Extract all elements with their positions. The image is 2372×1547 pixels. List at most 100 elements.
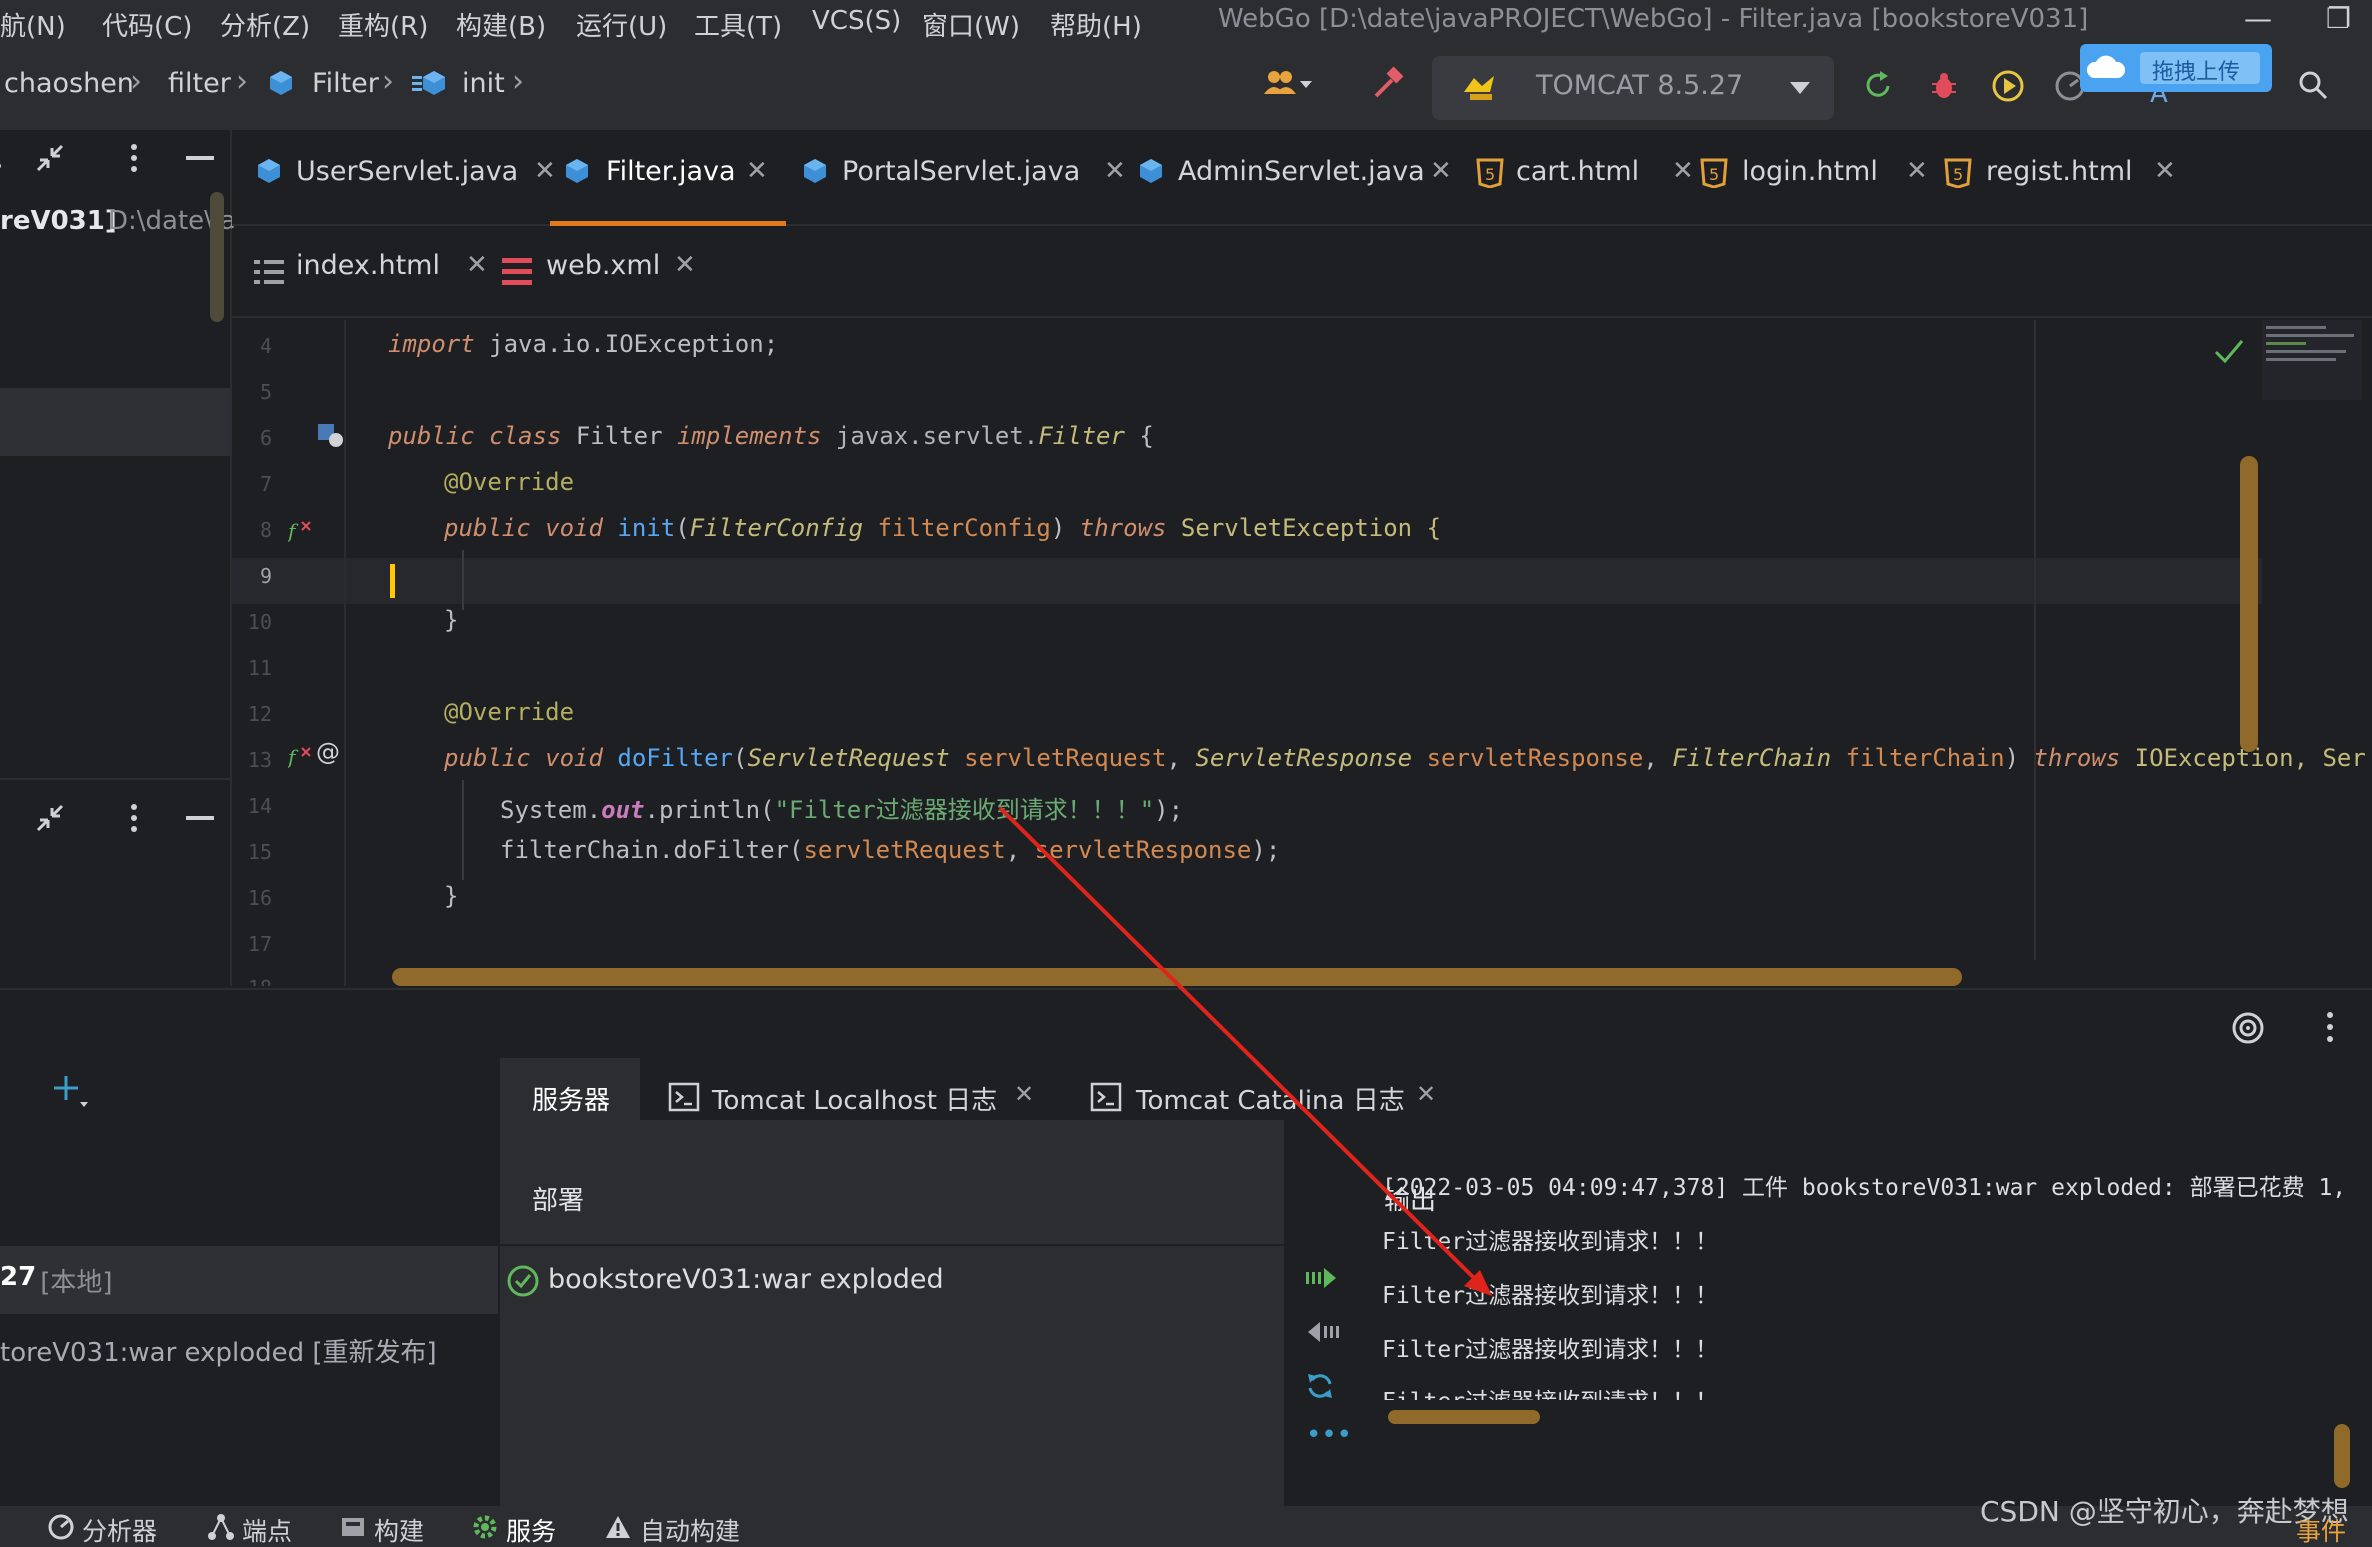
restore-window-icon[interactable]: ❐: [2326, 2, 2351, 35]
menu-vcs[interactable]: VCS(S): [812, 6, 901, 36]
horizontal-scrollbar[interactable]: [1388, 1410, 1540, 1424]
status-endpoints[interactable]: 端点: [242, 1512, 292, 1547]
tab-index-html[interactable]: index.html ✕: [254, 228, 494, 318]
output-line: Filter过滤器接收到请求！！！: [1382, 1229, 1719, 1255]
status-events[interactable]: 事件: [2296, 1512, 2346, 1547]
add-icon[interactable]: [50, 1072, 90, 1112]
status-auto-build[interactable]: 自动构建: [640, 1512, 740, 1547]
search-icon[interactable]: [2296, 68, 2330, 102]
html-structure-icon: [254, 260, 284, 284]
tab-web-xml[interactable]: web.xml ✕: [502, 228, 722, 318]
tab-portalservlet[interactable]: PortalServlet.java ✕: [802, 130, 1132, 226]
tab-label: index.html: [296, 250, 440, 281]
status-build[interactable]: 构建: [374, 1512, 424, 1547]
close-icon[interactable]: ✕: [2154, 156, 2176, 186]
minimize-icon[interactable]: —: [2244, 2, 2272, 35]
menu-build[interactable]: 构建(B): [456, 6, 546, 43]
tab-filter[interactable]: Filter.java ✕: [550, 130, 786, 226]
html-file-icon: 5: [1476, 158, 1504, 188]
breadcrumb-item[interactable]: chaoshen: [4, 68, 134, 99]
collapse-all-icon[interactable]: [34, 142, 66, 174]
implements-method-icon[interactable]: f: [288, 742, 316, 770]
breadcrumb-item[interactable]: filter: [168, 68, 231, 99]
close-icon[interactable]: ✕: [1672, 156, 1694, 186]
annotation-gutter-icon[interactable]: @: [316, 738, 340, 766]
close-icon[interactable]: ✕: [1104, 156, 1126, 186]
tab-regist-html[interactable]: 5 regist.html ✕: [1944, 130, 2194, 226]
tree-row-artifact[interactable]: toreV031:war exploded [重新发布]: [0, 1332, 437, 1369]
menu-navigate[interactable]: 航(N): [0, 6, 66, 43]
tab-login-html[interactable]: 5 login.html ✕: [1700, 130, 1940, 226]
code-line-12: @Override: [444, 698, 575, 726]
status-analyzer[interactable]: 分析器: [82, 1512, 157, 1547]
users-icon[interactable]: [1262, 68, 1314, 100]
tab-adminservlet[interactable]: AdminServlet.java ✕: [1130, 130, 1460, 226]
html-file-icon: 5: [1944, 158, 1972, 188]
output-pane: 输出 ••• [2022-03-05 04:09:47,378] 工件 book…: [1284, 1120, 2372, 1508]
soft-wrap-icon[interactable]: [1304, 1320, 1340, 1344]
close-icon[interactable]: ✕: [674, 250, 696, 280]
status-services[interactable]: 服务: [506, 1512, 556, 1547]
collapse-all-icon[interactable]: [34, 802, 66, 834]
deployment-item[interactable]: bookstoreV031:war exploded: [548, 1264, 944, 1295]
current-line-highlight: [232, 558, 2262, 604]
close-icon[interactable]: ✕: [466, 250, 488, 280]
run-with-coverage-icon[interactable]: [1990, 68, 2026, 104]
menu-refactor[interactable]: 重构(R): [338, 6, 428, 43]
menu-help[interactable]: 帮助(H): [1050, 6, 1142, 43]
menu-window[interactable]: 窗口(W): [922, 6, 1020, 43]
breadcrumb-item[interactable]: init: [462, 68, 505, 99]
vertical-scrollbar[interactable]: [2334, 1424, 2350, 1488]
rerun-icon[interactable]: [1862, 70, 1894, 102]
menu-code[interactable]: 代码(C): [102, 6, 192, 43]
servlet-filter-icon[interactable]: [316, 422, 346, 450]
selected-tree-row[interactable]: [0, 388, 230, 456]
line-number: 9: [259, 564, 272, 588]
console-icon: [1090, 1082, 1122, 1112]
hide-panel-icon[interactable]: [186, 156, 214, 160]
close-icon[interactable]: ✕: [1416, 1080, 1436, 1108]
menu-tools[interactable]: 工具(T): [694, 6, 782, 43]
build-icon: [342, 1518, 364, 1536]
java-class-icon: [1140, 159, 1162, 183]
close-icon[interactable]: ✕: [1430, 156, 1452, 186]
chevron-right-icon: ›: [130, 64, 142, 99]
horizontal-scrollbar[interactable]: [392, 968, 1962, 986]
project-panel: reV031] D:\date\ja: [0, 130, 236, 986]
tree-row-tomcat[interactable]: 27 [本地]: [0, 1246, 498, 1314]
tab-label: Filter.java: [606, 156, 736, 187]
menu-run[interactable]: 运行(U): [576, 6, 667, 43]
breadcrumb-item[interactable]: Filter: [312, 68, 379, 99]
deployment-header: 部署: [532, 1186, 585, 1216]
close-icon[interactable]: ✕: [1906, 156, 1928, 186]
refresh-icon[interactable]: [1304, 1370, 1336, 1402]
close-icon[interactable]: ✕: [746, 156, 768, 186]
code-line-13: public void doFilter(ServletRequest serv…: [444, 744, 2366, 772]
menu-analyze[interactable]: 分析(Z): [220, 6, 310, 43]
upload-badge[interactable]: 拖拽上传: [2080, 44, 2272, 92]
more-options-icon[interactable]: [128, 142, 140, 174]
target-icon[interactable]: [2230, 1010, 2266, 1046]
implements-method-icon[interactable]: f: [288, 516, 316, 544]
code-editor[interactable]: 4 5 6 7 8 9 10 11 12 13 14 15 16 17 18 f…: [232, 320, 2372, 986]
tab-cart-html[interactable]: 5 cart.html ✕: [1476, 130, 1704, 226]
minimap[interactable]: [2262, 320, 2362, 400]
tomcat-icon: [1464, 76, 1494, 100]
hide-panel-icon[interactable]: [186, 816, 214, 820]
debug-icon[interactable]: [1928, 70, 1960, 102]
deployment-pane: 部署 bookstoreV031:war exploded: [500, 1120, 1284, 1508]
checkmark-icon: [2214, 340, 2244, 364]
more-options-icon[interactable]: [2324, 1010, 2336, 1044]
code-line-10: }: [444, 606, 459, 634]
more-options-icon[interactable]: [128, 802, 140, 834]
project-root-name[interactable]: reV031]: [0, 206, 117, 236]
more-icon[interactable]: •••: [1306, 1420, 1352, 1450]
build-hammer-icon[interactable]: [1370, 66, 1406, 102]
tab-userservlet[interactable]: UserServlet.java ✕: [256, 130, 556, 226]
chevron-right-icon: ›: [382, 64, 394, 99]
run-configuration-selector[interactable]: TOMCAT 8.5.27: [1432, 56, 1834, 120]
close-icon[interactable]: ✕: [1014, 1080, 1034, 1108]
scrollbar[interactable]: [210, 192, 224, 322]
vertical-scrollbar[interactable]: [2240, 456, 2258, 752]
scroll-to-end-icon[interactable]: [1304, 1266, 1340, 1290]
